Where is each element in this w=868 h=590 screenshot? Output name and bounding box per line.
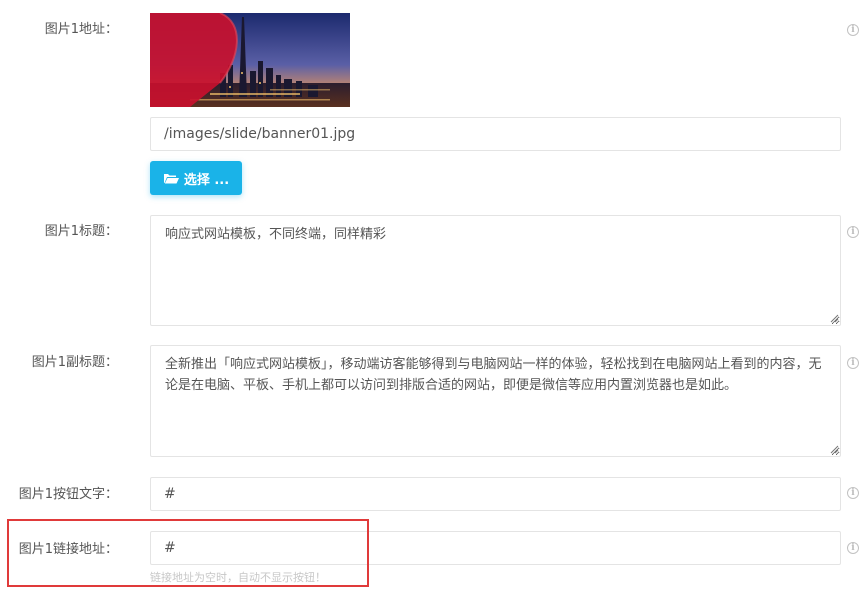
link-url-input[interactable]	[150, 531, 841, 565]
banner-thumbnail	[150, 13, 350, 107]
button-text-input[interactable]	[150, 477, 841, 511]
image-url-input[interactable]	[150, 117, 841, 151]
info-icon[interactable]: i	[847, 226, 859, 238]
folder-open-icon	[163, 174, 179, 184]
info-icon[interactable]: i	[847, 487, 859, 499]
subtitle-textarea[interactable]: 全新推出「响应式网站模板」，移动端访客能够得到与电脑网站一样的体验，轻松找到在电…	[150, 345, 841, 457]
info-icon[interactable]: i	[847, 24, 859, 36]
link-url-label: 图片1链接地址：	[18, 542, 118, 557]
slide-settings-form: 图片1地址： i /images/slide/banner01.jpg 选择 .…	[0, 0, 868, 590]
info-icon[interactable]: i	[847, 542, 859, 554]
subtitle-label: 图片1副标题：	[31, 355, 118, 370]
title-textarea[interactable]: 响应式网站模板，不同终端，同样精彩	[150, 215, 841, 326]
info-icon[interactable]: i	[847, 357, 859, 369]
link-url-hint: 链接地址为空时，自动不显示按钮！	[150, 571, 326, 584]
select-image-button[interactable]: 选择 ...	[150, 161, 242, 195]
image-url-label: 图片1地址：	[44, 22, 118, 37]
select-image-button-label: 选择 ...	[183, 172, 230, 188]
title-label: 图片1标题：	[44, 224, 118, 239]
button-text-label: 图片1按钮文字：	[18, 487, 118, 502]
